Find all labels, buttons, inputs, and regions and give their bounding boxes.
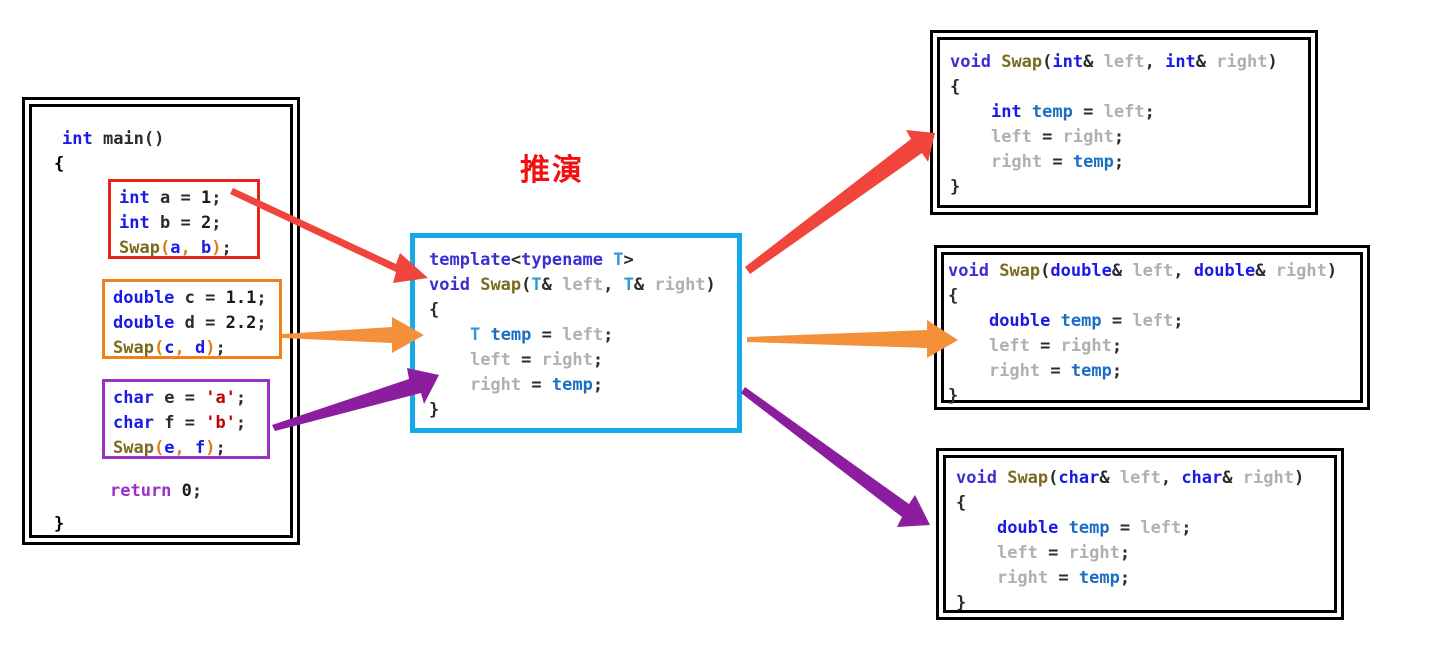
char-call-block[interactable]: char e = 'a'; char f = 'b'; Swap(e, f); (102, 379, 270, 459)
double-instantiation-frame: void Swap(double& left, double& right) {… (934, 245, 1370, 410)
code-line: Swap(c, d); (113, 338, 226, 358)
code-line: double c = 1.1; (113, 288, 267, 308)
arrow-template-to-char-instance (741, 387, 930, 527)
main-open-brace: { (54, 154, 65, 174)
int-call-block[interactable]: int a = 1; int b = 2; Swap(a, b); (108, 179, 260, 259)
int-instantiation-frame: void Swap(int& left, int& right) { int t… (930, 30, 1318, 215)
arrow-template-to-double-instance (747, 320, 958, 358)
code-line: Swap(a, b); (119, 238, 232, 258)
code-line: Swap(e, f); (113, 438, 226, 458)
template-definition-box[interactable]: template<typename T> void Swap(T& left, … (410, 233, 742, 433)
code-line: int b = 2; (119, 213, 222, 233)
int-instantiation-inner: void Swap(int& left, int& right) { int t… (937, 37, 1311, 208)
derivation-caption: 推演 (520, 153, 584, 188)
code-line: char e = 'a'; (113, 388, 247, 408)
code-line: char f = 'b'; (113, 413, 247, 433)
double-instantiation-code: void Swap(double& left, double& right) {… (948, 261, 1338, 406)
arrow-double-call-to-template (282, 317, 424, 353)
double-instantiation-inner: void Swap(double& left, double& right) {… (941, 252, 1363, 406)
template-code: template<typename T> void Swap(T& left, … (429, 250, 716, 420)
diagram-canvas: int main() { int a = 1; int b = 2; Swap(… (0, 0, 1442, 652)
main-signature: int main() (62, 129, 165, 149)
double-call-block[interactable]: double c = 1.1; double d = 2.2; Swap(c, … (102, 279, 282, 359)
char-instantiation-code: void Swap(char& left, char& right) { dou… (956, 468, 1305, 613)
char-instantiation-frame: void Swap(char& left, char& right) { dou… (936, 448, 1344, 620)
main-close-brace: } (54, 514, 65, 534)
code-line: double d = 2.2; (113, 313, 267, 333)
main-return-line: return 0; (110, 481, 203, 501)
int-instantiation-code: void Swap(int& left, int& right) { int t… (950, 52, 1278, 197)
code-line: int a = 1; (119, 188, 222, 208)
arrow-template-to-int-instance (745, 130, 935, 274)
char-instantiation-inner: void Swap(char& left, char& right) { dou… (943, 455, 1337, 613)
main-program-inner-frame: int main() { int a = 1; int b = 2; Swap(… (29, 104, 293, 538)
main-program-frame: int main() { int a = 1; int b = 2; Swap(… (22, 97, 300, 545)
